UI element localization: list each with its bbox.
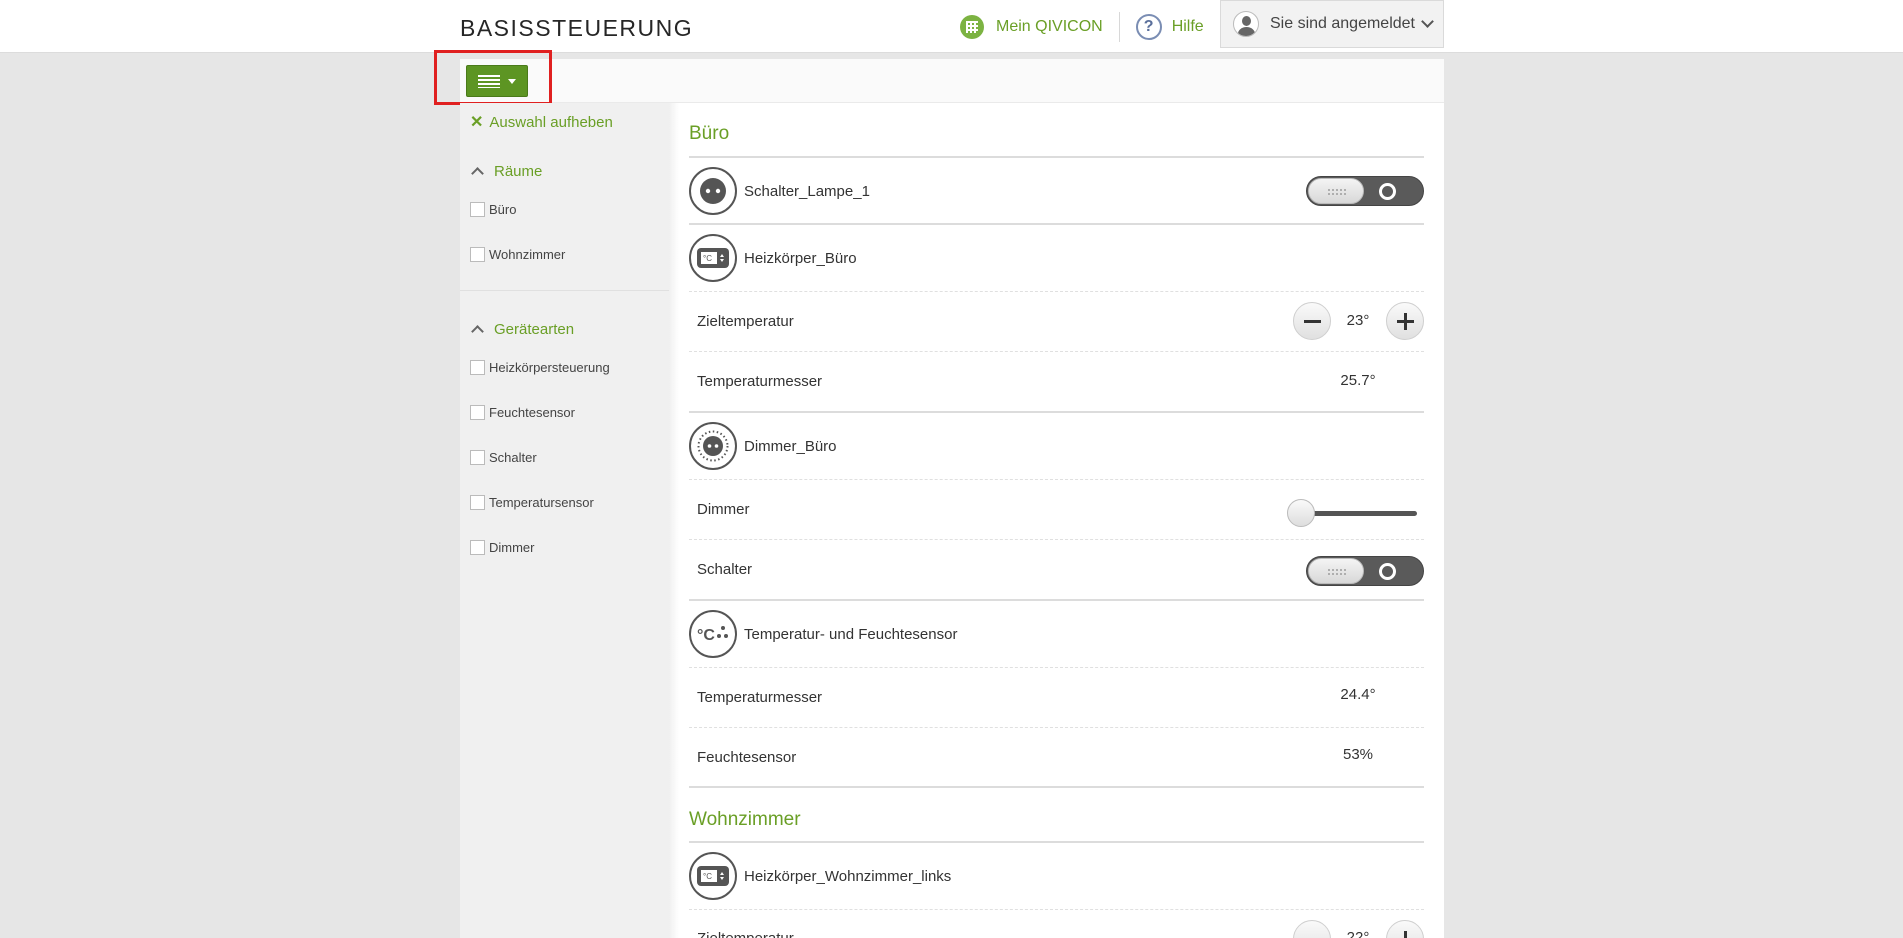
svg-text:°C: °C <box>703 254 712 263</box>
device-types-group-title: Gerätearten <box>494 321 575 338</box>
room-title-wohnzimmer: Wohnzimmer <box>689 809 801 830</box>
temp-humidity-icon: °C <box>689 610 737 658</box>
humidity-reading-row: Feuchtesensor <box>689 727 1424 787</box>
row-label: Temperaturmesser <box>697 373 823 390</box>
device-name: Heizkörper_Wohnzimmer_links <box>744 867 952 885</box>
room-title-buero: Büro <box>689 123 730 144</box>
mein-qivicon-link[interactable]: Mein QIVICON <box>960 0 1103 53</box>
row-label: Temperaturmesser <box>697 689 823 706</box>
socket-icon <box>689 167 737 215</box>
dimmer-power-toggle[interactable] <box>1306 556 1424 586</box>
filter-sidebar <box>460 103 669 938</box>
panel-shadow <box>669 103 679 938</box>
row-label: Schalter <box>697 561 753 578</box>
checkbox[interactable] <box>470 247 485 262</box>
device-row-heizkoerper-buero: °C Heizkörper_Büro <box>689 225 1424 291</box>
mein-qivicon-label: Mein QIVICON <box>996 17 1103 35</box>
section-divider <box>689 786 1424 788</box>
sidebar-divider <box>460 290 669 291</box>
temperature-reading-row: Temperaturmesser <box>689 667 1424 727</box>
filter-label: Feuchtesensor <box>489 405 575 420</box>
power-off-icon <box>1379 183 1396 200</box>
temperature-reading-value: 25.7° <box>1340 372 1376 389</box>
header-bar: BASISSTEUERUNG <box>0 0 1903 53</box>
device-row-heizkoerper-wohnzimmer-links: °C Heizkörper_Wohnzimmer_links <box>689 843 1424 909</box>
filter-label: Schalter <box>489 450 537 465</box>
svg-text:°C: °C <box>697 627 715 644</box>
checkbox[interactable] <box>470 405 485 420</box>
filter-label: Büro <box>489 202 517 217</box>
device-types-group-header[interactable]: Gerätearten <box>470 321 574 338</box>
chevron-up-icon <box>471 325 484 338</box>
user-status-label: Sie sind angemeldet <box>1270 15 1415 32</box>
device-name: Heizkörper_Büro <box>744 249 857 267</box>
device-name: Dimmer_Büro <box>744 437 837 455</box>
user-menu[interactable]: Sie sind angemeldet <box>1220 0 1444 48</box>
help-icon: ? <box>1135 13 1162 40</box>
chevron-down-icon <box>1421 15 1434 28</box>
toolbar <box>460 59 1444 103</box>
filter-type-feuchtesensor[interactable]: Feuchtesensor <box>470 405 575 420</box>
checkbox[interactable] <box>470 540 485 555</box>
filter-room-buero[interactable]: Büro <box>470 202 516 217</box>
checkbox[interactable] <box>470 495 485 510</box>
device-name: Temperatur- und Feuchtesensor <box>744 625 958 643</box>
filter-label: Temperatursensor <box>489 495 594 510</box>
nav-divider <box>1118 11 1120 42</box>
device-row-dimmer-buero: Dimmer_Büro <box>689 413 1424 479</box>
thermostat-icon: °C <box>689 234 737 282</box>
close-icon: ✕ <box>470 114 484 131</box>
power-toggle[interactable] <box>1306 176 1424 206</box>
filter-type-dimmer[interactable]: Dimmer <box>470 540 535 555</box>
row-label: Feuchtesensor <box>697 749 797 766</box>
increase-temperature-button[interactable] <box>1386 302 1424 340</box>
apps-grid-icon <box>960 14 984 39</box>
slider-thumb[interactable] <box>1287 499 1315 527</box>
dimmer-icon <box>689 422 737 470</box>
toggle-knob <box>1308 558 1364 584</box>
filter-type-temperatursensor[interactable]: Temperatursensor <box>470 495 594 510</box>
thermostat-icon: °C <box>689 852 737 900</box>
highlight-box <box>434 50 552 105</box>
filter-label: Wohnzimmer <box>489 247 566 262</box>
device-row-temp-humidity-sensor: °C Temperatur- und Feuchtesensor <box>689 601 1424 667</box>
rooms-group-header[interactable]: Räume <box>470 163 542 180</box>
temperature-reading-value: 24.4° <box>1340 686 1376 703</box>
filter-type-schalter[interactable]: Schalter <box>470 450 537 465</box>
checkbox[interactable] <box>470 450 485 465</box>
slider-track <box>1297 511 1417 516</box>
help-label: Hilfe <box>1171 17 1204 35</box>
filter-label: Heizkörpersteuerung <box>489 360 610 375</box>
rooms-group-title: Räume <box>494 163 543 180</box>
humidity-reading-value: 53% <box>1342 746 1374 763</box>
power-off-icon <box>1379 563 1396 580</box>
filter-type-heizkoerper[interactable]: Heizkörpersteuerung <box>470 360 610 375</box>
row-label: Dimmer <box>697 501 750 518</box>
svg-text:°C: °C <box>703 872 712 881</box>
filter-room-wohnzimmer[interactable]: Wohnzimmer <box>470 247 565 262</box>
filter-label: Dimmer <box>489 540 535 555</box>
clear-selection-link[interactable]: ✕ Auswahl aufheben <box>470 112 613 132</box>
checkbox[interactable] <box>470 360 485 375</box>
row-label: Zieltemperatur <box>697 930 794 938</box>
dimmer-slider[interactable] <box>1287 498 1417 528</box>
temperature-reading-row: Temperaturmesser <box>689 351 1424 411</box>
toggle-knob <box>1308 178 1364 204</box>
page-title: BASISSTEUERUNG <box>460 15 694 41</box>
row-label: Zieltemperatur <box>697 313 794 330</box>
chevron-up-icon <box>471 167 484 180</box>
clear-selection-label: Auswahl aufheben <box>489 113 613 131</box>
device-name: Schalter_Lampe_1 <box>744 182 870 200</box>
top-navigation: Mein QIVICON ? Hilfe <box>960 0 1204 53</box>
user-avatar-icon <box>1233 11 1259 37</box>
help-link[interactable]: ? Hilfe <box>1135 0 1204 53</box>
checkbox[interactable] <box>470 202 485 217</box>
